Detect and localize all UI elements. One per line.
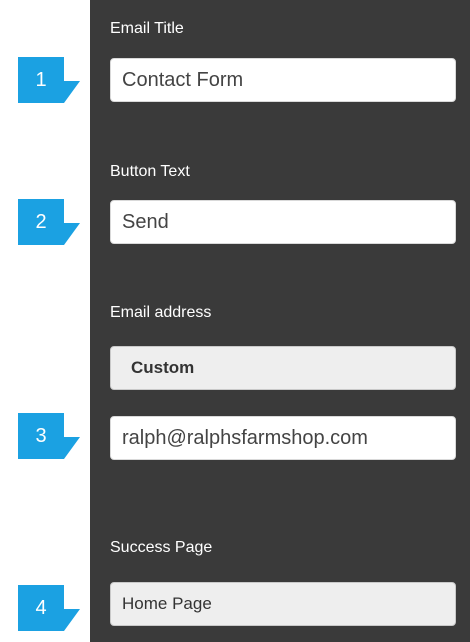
email-title-input[interactable]: Contact Form — [110, 58, 456, 102]
callout-2-number: 2 — [35, 210, 47, 233]
email-address-label: Email address — [110, 304, 212, 321]
callout-1: 1 — [18, 57, 82, 103]
callout-3-number: 3 — [35, 424, 47, 447]
email-address-input[interactable]: ralph@ralphsfarmshop.com — [110, 416, 456, 460]
button-text-input[interactable]: Send — [110, 200, 456, 244]
success-page-select[interactable]: Home Page — [110, 582, 456, 626]
callout-1-number: 1 — [35, 68, 47, 91]
success-page-label: Success Page — [110, 539, 213, 556]
callout-3: 3 — [18, 413, 82, 459]
callout-4-number: 4 — [35, 596, 47, 619]
email-mode-select[interactable]: Custom — [110, 346, 456, 390]
button-text-label: Button Text — [110, 163, 190, 180]
email-title-label: Email Title — [110, 20, 184, 37]
callout-2: 2 — [18, 199, 82, 245]
callout-4: 4 — [18, 585, 82, 631]
